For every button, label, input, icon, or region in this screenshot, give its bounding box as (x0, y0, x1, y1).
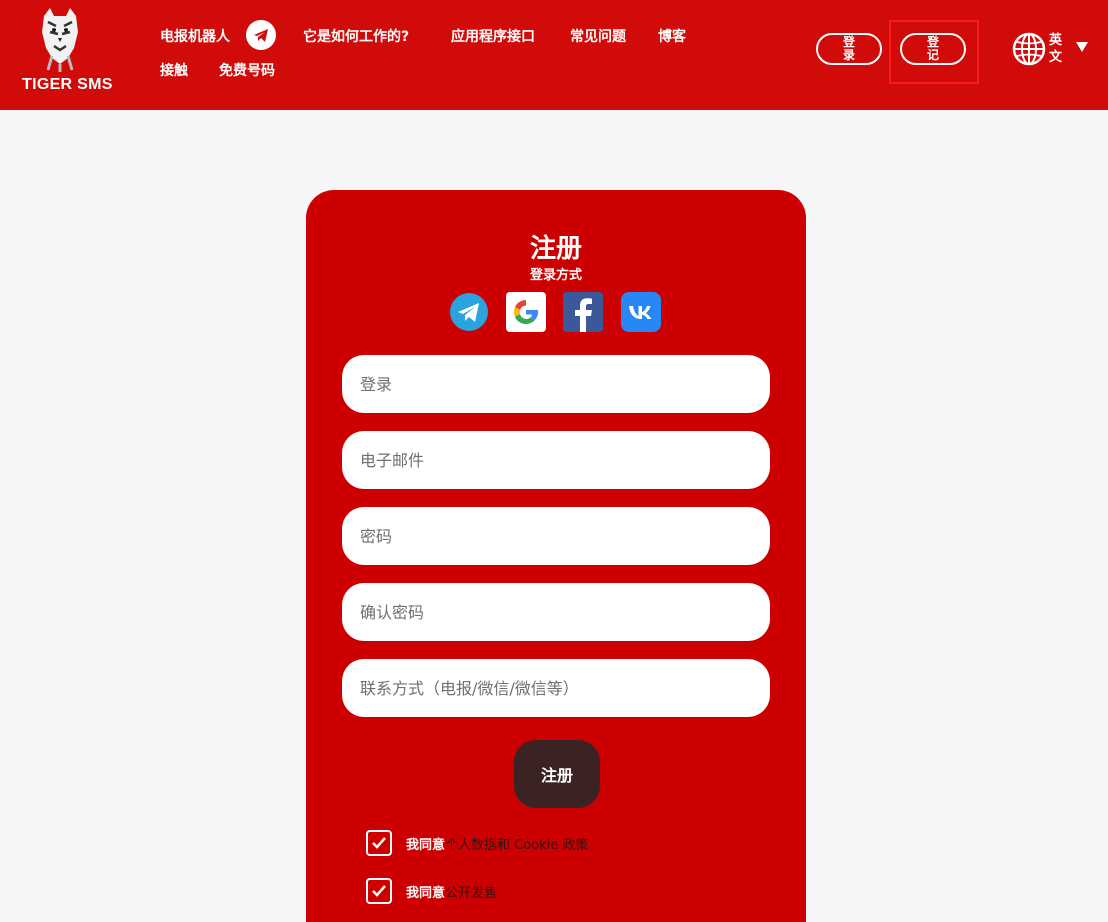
form-title: 注册 (529, 234, 582, 264)
email-input[interactable] (342, 431, 770, 489)
submit-register-button[interactable]: 注册 (514, 740, 600, 808)
globe-icon[interactable] (1012, 32, 1046, 66)
nav-faq[interactable]: 常见问题 (570, 26, 626, 46)
nav-free-numbers[interactable]: 免费号码 (219, 60, 275, 80)
privacy-policy-link[interactable]: 个人数据和 Cookie 政策 (445, 838, 588, 853)
nav-telegram-bot[interactable]: 电报机器人 (160, 26, 230, 46)
facebook-icon[interactable] (563, 292, 603, 332)
login-methods-label: 登录方式 (529, 268, 582, 283)
login-button[interactable]: 登录 (816, 33, 882, 65)
nav-blog[interactable]: 博客 (658, 26, 686, 46)
contact-input[interactable] (342, 659, 770, 717)
top-header: TIGER SMS 电报机器人 它是如何工作的? 应用程序接口 常见问题 博客 … (0, 0, 1108, 110)
brand-logo[interactable]: TIGER SMS (18, 6, 118, 102)
agree-offer-label: 我同意公开发售 (406, 882, 497, 901)
agree-offer-prefix: 我同意 (406, 885, 446, 901)
nav-contacts[interactable]: 接触 (160, 60, 188, 80)
telegram-icon[interactable] (246, 20, 276, 50)
checkmark-icon (372, 885, 386, 897)
nav-how-it-works[interactable]: 它是如何工作的? (303, 26, 409, 46)
password-input[interactable] (342, 507, 770, 565)
agree-privacy-prefix: 我同意 (406, 837, 446, 853)
agree-offer-checkbox[interactable] (366, 878, 392, 904)
register-card: 注册 登录方式 注册 我同意个人数据和 Cookie 政策 (306, 190, 806, 922)
brand-name: TIGER SMS (22, 76, 113, 93)
language-selector[interactable]: 英文 (1049, 32, 1065, 66)
vk-icon[interactable] (621, 292, 661, 332)
google-icon[interactable] (506, 292, 546, 332)
agree-privacy-label: 我同意个人数据和 Cookie 政策 (406, 834, 588, 853)
register-button-label: 登记 (926, 35, 939, 62)
login-input[interactable] (342, 355, 770, 413)
login-button-label: 登录 (842, 35, 855, 62)
nav-api[interactable]: 应用程序接口 (451, 26, 535, 46)
public-offer-link[interactable]: 公开发售 (445, 886, 497, 901)
checkmark-icon (372, 837, 386, 849)
register-button[interactable]: 登记 (900, 33, 966, 65)
agree-privacy-checkbox[interactable] (366, 830, 392, 856)
telegram-icon[interactable] (449, 292, 489, 332)
tiger-logo-icon (42, 8, 78, 72)
confirm-password-input[interactable] (342, 583, 770, 641)
agree-privacy-row: 我同意个人数据和 Cookie 政策 (366, 830, 588, 856)
chevron-down-icon[interactable] (1076, 42, 1088, 52)
agree-offer-row: 我同意公开发售 (366, 878, 497, 904)
